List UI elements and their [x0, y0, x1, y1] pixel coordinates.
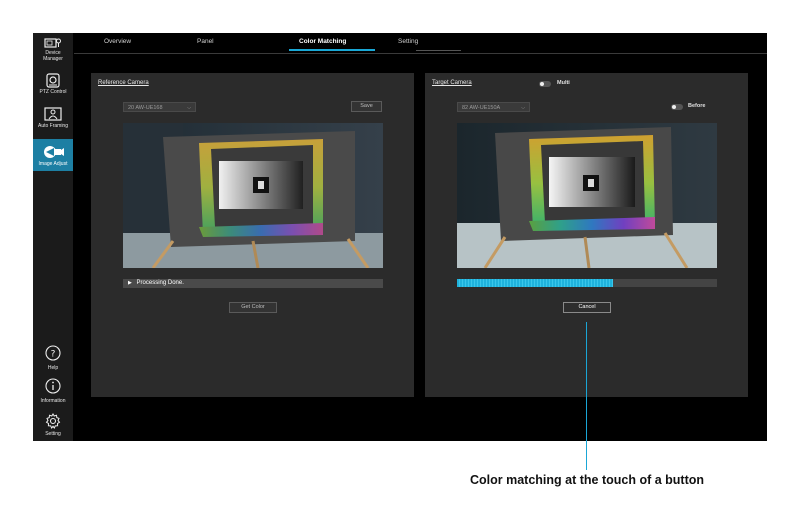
sidebar-item-label: Device Manager [43, 50, 63, 62]
reference-camera-select[interactable]: 20 AW-UE168 ⌵ [123, 102, 196, 112]
help-icon: ? [45, 345, 61, 361]
sidebar-item-label: Help [47, 365, 59, 371]
before-label: Before [688, 103, 706, 109]
image-adjust-icon [44, 146, 64, 158]
sidebar-item-label: Auto Framing [37, 123, 68, 129]
sidebar-item-device-manager[interactable]: Device Manager [33, 37, 73, 65]
sidebar-item-help[interactable]: ? Help [33, 345, 73, 371]
reference-camera-value: 20 AW-UE168 [128, 105, 163, 111]
ptz-control-icon [46, 73, 60, 88]
color-chart-image [123, 123, 383, 268]
reference-camera-preview [123, 123, 383, 268]
target-camera-value: 82 AW-UE150A [462, 105, 501, 111]
app-window: Device Manager PTZ Control Auto Framing [33, 33, 767, 441]
tab-bar: Overview Panel Color Matching Setting [74, 33, 767, 54]
sidebar-item-setting[interactable]: Setting [33, 413, 73, 441]
sidebar-item-label: PTZ Control [39, 89, 67, 95]
progress-fill [457, 279, 613, 287]
play-icon: ▶ [128, 280, 132, 286]
setting-icon [45, 413, 61, 429]
caption: Color matching at the touch of a button [470, 473, 705, 487]
target-camera-select[interactable]: 82 AW-UE150A ⌵ [457, 102, 530, 112]
tab-divider [416, 50, 461, 51]
chevron-down-icon: ⌵ [521, 105, 525, 111]
sidebar-item-information[interactable]: Information [33, 378, 73, 406]
color-chart-image [457, 123, 717, 268]
chevron-down-icon: ⌵ [187, 105, 191, 111]
before-toggle[interactable] [671, 104, 683, 110]
active-tab-indicator [289, 49, 375, 51]
multi-label: Multi [557, 80, 570, 86]
sidebar-item-auto-framing[interactable]: Auto Framing [33, 107, 73, 135]
target-camera-title: Target Camera [432, 80, 472, 86]
tab-setting[interactable]: Setting [398, 38, 418, 45]
color-matching-progress-bar [457, 279, 717, 287]
sidebar-item-label: Information [40, 398, 66, 404]
callout-line [586, 322, 587, 470]
processing-status-text: Processing Done. [136, 280, 184, 286]
tab-panel[interactable]: Panel [197, 38, 214, 45]
reference-camera-panel: Reference Camera 20 AW-UE168 ⌵ Save ▶ Pr… [91, 73, 414, 397]
svg-text:?: ? [51, 350, 56, 360]
tab-overview[interactable]: Overview [104, 38, 131, 45]
processing-status-bar: ▶ Processing Done. [123, 279, 383, 288]
target-camera-preview [457, 123, 717, 268]
sidebar-item-label: Setting [45, 431, 61, 437]
multi-toggle[interactable] [539, 81, 551, 87]
tab-color-matching[interactable]: Color Matching [299, 38, 346, 45]
cancel-button[interactable]: Cancel [563, 302, 611, 313]
sidebar-item-ptz-control[interactable]: PTZ Control [33, 73, 73, 99]
get-color-button[interactable]: Get Color [229, 302, 277, 313]
device-manager-icon [44, 38, 61, 48]
sidebar-item-label: Image Adjust [38, 161, 68, 167]
sidebar-item-image-adjust[interactable]: Image Adjust [33, 139, 73, 171]
sidebar: Device Manager PTZ Control Auto Framing [33, 33, 73, 441]
auto-framing-icon [44, 107, 62, 121]
information-icon [45, 378, 61, 394]
save-button[interactable]: Save [351, 101, 382, 112]
reference-camera-title: Reference Camera [98, 80, 149, 86]
